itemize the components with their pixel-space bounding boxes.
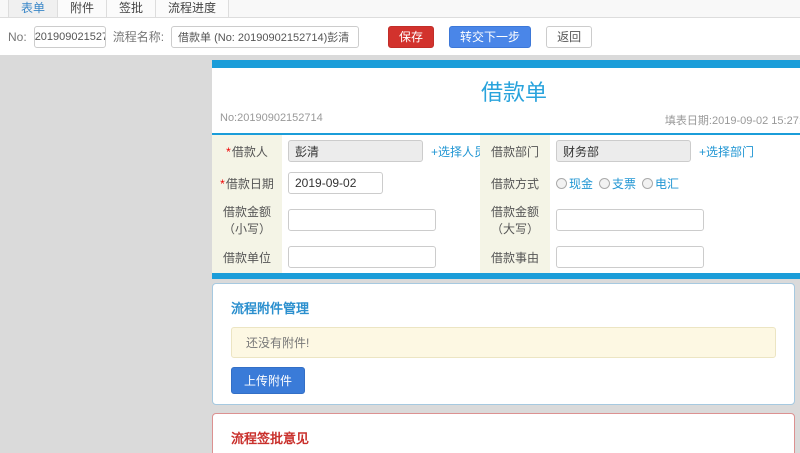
page-content: 借款单 No:20190902152714 填表日期:2019-09-02 15… (0, 55, 800, 453)
loan-unit-field (282, 241, 480, 273)
loan-unit-input[interactable] (288, 246, 436, 268)
required-asterisk: * (226, 144, 231, 159)
amount-lower-label: 借款金额（小写） (212, 199, 282, 241)
no-label: No: (8, 29, 27, 44)
tab-approval[interactable]: 签批 (107, 0, 157, 17)
radio-check[interactable]: 支票 (599, 175, 636, 192)
select-department-link[interactable]: +选择部门 (699, 143, 754, 160)
doc-number: No:20190902152714 (220, 112, 323, 124)
amount-upper-label: 借款金额（大写） (480, 199, 550, 241)
fill-date: 填表日期:2019-09-02 15:27:1 (664, 115, 800, 127)
amount-upper-field (550, 199, 800, 241)
loan-method-field: 现金 支票 电汇 (550, 167, 800, 199)
toolbar: No: 流程名称: 保存 转交下一步 返回 (0, 18, 800, 55)
tab-attachments[interactable]: 附件 (58, 0, 108, 17)
attachments-panel: 流程附件管理 还没有附件! 上传附件 (212, 283, 795, 405)
back-button[interactable]: 返回 (546, 25, 593, 48)
radio-circle-icon[interactable] (599, 177, 611, 189)
loan-unit-label: 借款单位 (212, 241, 282, 273)
no-attachments-alert: 还没有附件! (231, 327, 776, 358)
process-name-label: 流程名称: (112, 30, 165, 44)
borrower-label: *借款人 (212, 135, 282, 167)
attachments-title: 流程附件管理 (231, 301, 310, 316)
department-field: +选择部门 (550, 135, 800, 167)
save-button[interactable]: 保存 (388, 25, 435, 48)
form-meta: No:20190902152714 填表日期:2019-09-02 15:27:… (212, 112, 800, 135)
tab-process-progress[interactable]: 流程进度 (156, 0, 230, 17)
next-step-button[interactable]: 转交下一步 (449, 25, 532, 48)
required-asterisk: * (220, 176, 225, 191)
borrower-field: +选择人员 (282, 135, 486, 167)
amount-lower-field (282, 199, 480, 241)
loan-reason-label: 借款事由 (480, 241, 550, 273)
tab-form[interactable]: 表单 (8, 0, 59, 17)
approval-title: 流程签批意见 (231, 431, 310, 446)
approval-panel: 流程签批意见 B I abc A (212, 413, 795, 453)
radio-circle-icon[interactable] (556, 177, 567, 189)
loan-method-label: 借款方式 (480, 167, 550, 199)
loan-date-field (282, 167, 480, 199)
amount-lower-input[interactable] (288, 209, 436, 231)
department-input[interactable] (556, 140, 691, 162)
select-person-link[interactable]: +选择人员 (431, 143, 486, 160)
radio-circle-icon[interactable] (642, 177, 654, 189)
loan-date-input[interactable] (288, 172, 383, 194)
loan-date-label: *借款日期 (212, 167, 282, 199)
radio-wire[interactable]: 电汇 (642, 175, 679, 192)
loan-form-panel: 借款单 No:20190902152714 填表日期:2019-09-02 15… (212, 60, 800, 279)
loan-reason-input[interactable] (556, 246, 704, 268)
borrower-input[interactable] (288, 140, 423, 162)
loan-reason-field (550, 241, 800, 273)
amount-upper-input[interactable] (556, 209, 704, 231)
no-input[interactable] (33, 25, 106, 48)
form-grid: *借款人 +选择人员 借款部门 +选择部门 *借款日期 借款方 (212, 135, 800, 273)
department-label: 借款部门 (480, 135, 550, 167)
process-name-input[interactable] (171, 25, 360, 48)
form-title: 借款单 (480, 80, 547, 105)
upload-attachment-button[interactable]: 上传附件 (231, 367, 306, 394)
tab-bar: 表单 附件 签批 流程进度 (0, 0, 800, 18)
radio-cash[interactable]: 现金 (556, 175, 593, 192)
